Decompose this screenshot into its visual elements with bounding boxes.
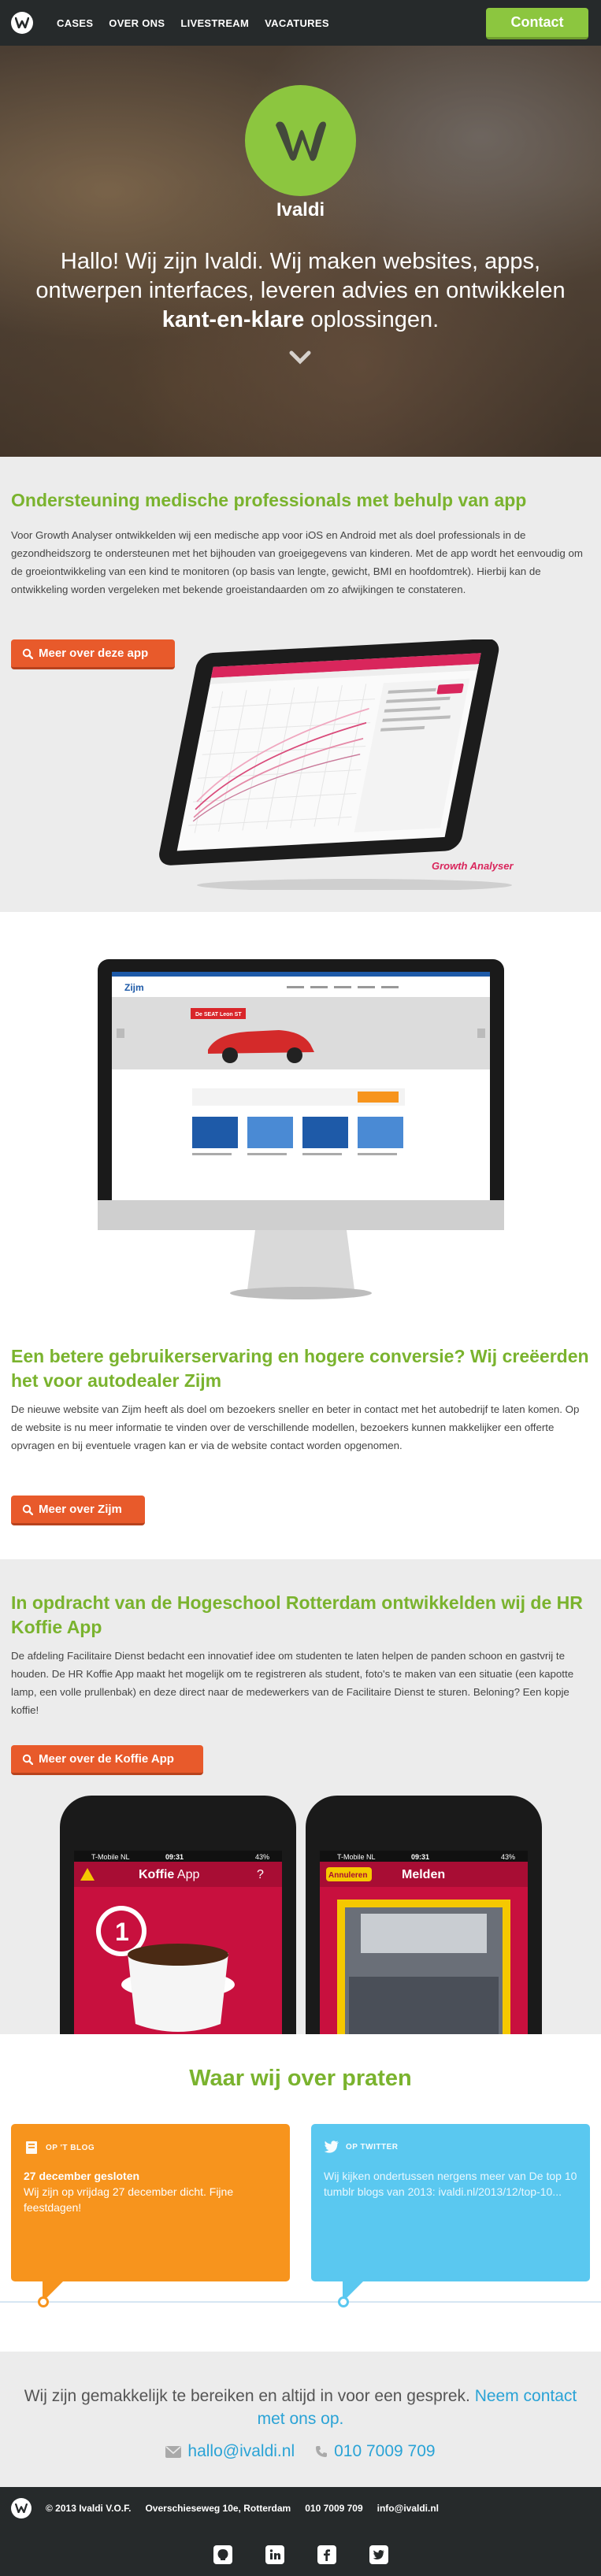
zijm-logo: Zijm <box>124 982 144 993</box>
hero-overlay <box>0 0 601 457</box>
phone2-time: 09:31 <box>411 1853 429 1861</box>
envelope-icon <box>165 2445 182 2458</box>
case3-button[interactable]: Meer over de Koffie App <box>11 1745 203 1775</box>
timeline-dot-blog <box>38 2296 49 2307</box>
contact-phone[interactable]: 010 7009 709 <box>315 2442 436 2461</box>
phone-mockup-koffie: T-Mobile NL 09:31 43% Koffie App ? 1 <box>60 1796 296 2034</box>
book-icon <box>26 2141 37 2154</box>
chevron-down-icon[interactable] <box>288 349 312 366</box>
blog-card-title: 27 december gesloten <box>24 2170 140 2182</box>
phone2-carrier: T-Mobile NL <box>337 1853 376 1861</box>
contact-text-intro: Wij zijn gemakkelijk te bereiken en alti… <box>24 2387 470 2405</box>
case3-button-label: Meer over de Koffie App <box>39 1752 174 1766</box>
phone1-battery: 43% <box>255 1853 269 1861</box>
nav-link-livestream[interactable]: LIVESTREAM <box>180 17 249 29</box>
github-icon[interactable] <box>213 2545 232 2564</box>
blog-card[interactable]: OP 'T BLOG 27 december gesloten Wij zijn… <box>11 2124 290 2302</box>
case-hr-koffie-app: In opdracht van de Hogeschool Rotterdam … <box>0 1559 601 2034</box>
contact-email[interactable]: hallo@ivaldi.nl <box>165 2442 295 2461</box>
search-icon <box>22 1754 33 1765</box>
footer-copyright: © 2013 Ivaldi V.O.F. <box>46 2503 132 2514</box>
footer: © 2013 Ivaldi V.O.F. Overschieseweg 10e,… <box>0 2487 601 2576</box>
twitter-card-text: Wij kijken ondertussen nergens meer van … <box>324 2170 577 2198</box>
top-navbar: CASES OVER ONS LIVESTREAM VACATURES Cont… <box>0 0 601 46</box>
case3-text: De afdeling Facilitaire Dienst bedacht e… <box>11 1650 574 1716</box>
facebook-icon[interactable] <box>317 2545 336 2564</box>
case-growth-analyser: Ondersteuning medische professionals met… <box>0 457 601 912</box>
hero-tagline-end: oplossingen. <box>304 307 440 332</box>
phone2-title: Melden <box>402 1868 445 1881</box>
talk-section: Waar wij over praten OP 'T BLOG 27 decem… <box>0 2034 601 2352</box>
linkedin-icon[interactable] <box>265 2545 284 2564</box>
case-zijm: Zijm De SEAT Leon ST Een betere gebruike… <box>0 912 601 1559</box>
phone2-cancel: Annuleren <box>328 1871 367 1880</box>
twitter-icon[interactable] <box>369 2545 388 2564</box>
hero-tagline: Hallo! Wij zijn Ivaldi. Wij maken websit… <box>32 247 569 335</box>
phone1-carrier: T-Mobile NL <box>91 1853 130 1861</box>
tablet-mockup: Growth Analyser <box>159 639 514 890</box>
phone2-battery: 43% <box>501 1853 515 1861</box>
hero-logo <box>245 85 356 196</box>
case2-button-label: Meer over Zijm <box>39 1503 122 1516</box>
phone1-help: ? <box>257 1868 264 1881</box>
ivaldi-logo[interactable] <box>11 12 33 34</box>
timeline-dot-twitter <box>338 2296 349 2307</box>
phone-icon <box>316 2446 328 2457</box>
case1-title: Ondersteuning medische professionals met… <box>11 490 527 510</box>
contact-phone-text: 010 7009 709 <box>334 2442 436 2460</box>
nav-link-vacatures[interactable]: VACATURES <box>265 17 329 29</box>
footer-email[interactable]: info@ivaldi.nl <box>377 2503 439 2514</box>
case1-text: Voor Growth Analyser ontwikkelden wij ee… <box>11 529 583 595</box>
hero-tagline-start: Hallo! Wij zijn Ivaldi. Wij maken websit… <box>35 249 566 303</box>
nav-link-over-ons[interactable]: OVER ONS <box>109 17 165 29</box>
hero-brand-name: Ivaldi <box>276 199 325 221</box>
phone-mockup-melden: T-Mobile NL 09:31 43% Annuleren Melden <box>306 1796 542 2034</box>
twitter-card[interactable]: OP TWITTER Wij kijken ondertussen nergen… <box>311 2124 590 2302</box>
contact-section: Wij zijn gemakkelijk te bereiken en alti… <box>0 2352 601 2487</box>
svg-text:Koffie App: Koffie App <box>139 1868 199 1881</box>
blog-card-label: OP 'T BLOG <box>46 2143 95 2152</box>
footer-address: Overschieseweg 10e, Rotterdam <box>145 2503 291 2514</box>
footer-logo[interactable] <box>11 2498 32 2519</box>
phone1-title-rest: App <box>174 1868 199 1881</box>
search-icon <box>22 1504 33 1515</box>
case1-button[interactable]: Meer over deze app <box>11 639 175 669</box>
talk-title: Waar wij over praten <box>189 2066 412 2091</box>
twitter-icon <box>324 2140 339 2153</box>
contact-email-text: hallo@ivaldi.nl <box>187 2442 295 2460</box>
zijm-banner-text: De SEAT Leon ST <box>195 1012 242 1017</box>
case1-button-label: Meer over deze app <box>39 647 149 660</box>
hero-tagline-bold: kant-en-klare <box>161 307 305 332</box>
timeline <box>0 2301 601 2303</box>
phone1-time: 09:31 <box>165 1853 184 1861</box>
case2-text: De nieuwe website van Zijm heeft als doe… <box>11 1403 580 1451</box>
contact-text: Wij zijn gemakkelijk te bereiken en alti… <box>16 2385 585 2430</box>
contact-button[interactable]: Contact <box>486 8 588 39</box>
twitter-card-label: OP TWITTER <box>346 2142 399 2152</box>
case2-button[interactable]: Meer over Zijm <box>11 1496 145 1525</box>
case2-title: Een betere gebruikerservaring en hogere … <box>11 1346 589 1391</box>
footer-phone[interactable]: 010 7009 709 <box>305 2503 362 2514</box>
phone1-badge: 1 <box>115 1918 129 1946</box>
hero: Ivaldi Hallo! Wij zijn Ivaldi. Wij maken… <box>0 0 601 457</box>
search-icon <box>22 648 33 659</box>
nav-link-cases[interactable]: CASES <box>57 17 93 29</box>
imac-mockup: Zijm De SEAT Leon ST <box>98 959 504 1299</box>
blog-card-text: Wij zijn op vrijdag 27 december dicht. F… <box>24 2185 234 2214</box>
growth-analyser-brand: Growth Analyser <box>432 860 514 872</box>
phone1-title-bold: Koffie <box>139 1868 174 1881</box>
case3-title: In opdracht van de Hogeschool Rotterdam … <box>11 1592 583 1637</box>
